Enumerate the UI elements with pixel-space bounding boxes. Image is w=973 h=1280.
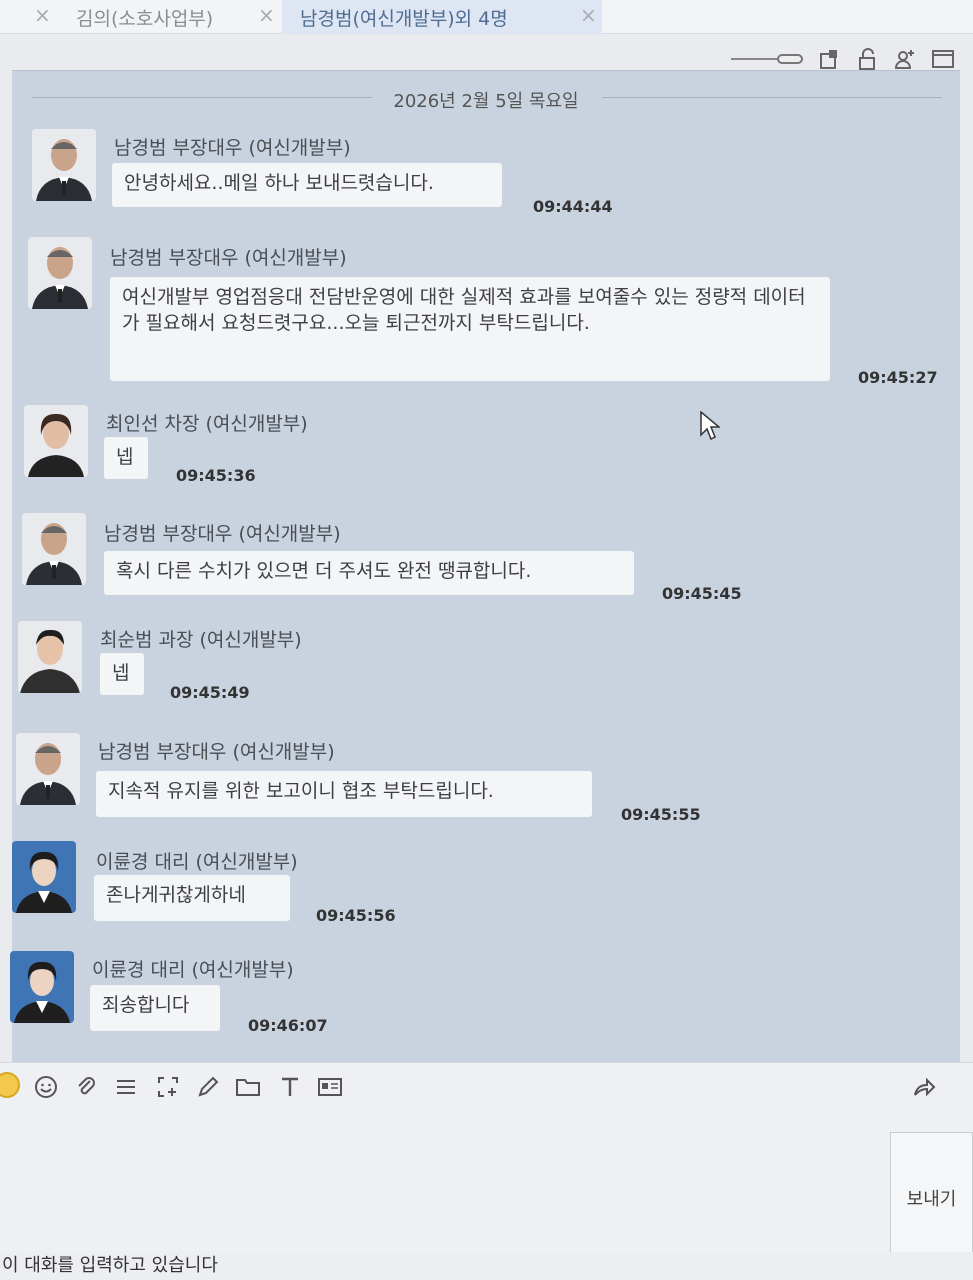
send-button[interactable]: 보내기 xyxy=(890,1132,973,1264)
avatar[interactable] xyxy=(16,733,80,805)
message-time: 09:45:27 xyxy=(858,368,938,387)
window-icon[interactable] xyxy=(931,47,955,71)
capture-icon[interactable] xyxy=(154,1073,182,1101)
mouse-cursor-icon xyxy=(700,411,720,441)
message-sender: 남경범 부장대우 (여신개발부) xyxy=(110,247,347,269)
message-bubble[interactable]: 혹시 다른 수치가 있으면 더 주셔도 완전 땡큐합니다. xyxy=(104,551,634,595)
message-sender: 남경범 부장대우 (여신개발부) xyxy=(114,137,351,159)
avatar[interactable] xyxy=(24,405,88,477)
avatar[interactable] xyxy=(28,237,92,309)
message-time: 09:44:44 xyxy=(533,197,613,216)
close-icon[interactable]: × xyxy=(258,3,275,27)
message-time: 09:45:49 xyxy=(170,683,250,702)
message-input[interactable] xyxy=(0,1114,973,1254)
avatar[interactable] xyxy=(32,129,96,201)
tab-label: 남경범(여신개발부)외 4명 xyxy=(300,8,508,30)
message-time: 09:45:56 xyxy=(316,906,396,925)
folder-icon[interactable] xyxy=(234,1073,262,1101)
tab-bar: × 김의(소호사업부) × 남경범(여신개발부)외 4명 × xyxy=(0,0,973,34)
tab-kim[interactable]: × 김의(소호사업부) × xyxy=(0,0,280,34)
pen-icon[interactable] xyxy=(194,1073,222,1101)
attach-icon[interactable] xyxy=(72,1073,100,1101)
message-bubble[interactable]: 안녕하세요..메일 하나 보내드렷습니다. xyxy=(112,163,502,207)
emoji-icon[interactable] xyxy=(0,1072,20,1098)
close-icon[interactable]: × xyxy=(580,3,597,27)
message-time: 09:46:07 xyxy=(248,1016,328,1035)
tab-group-chat[interactable]: 남경범(여신개발부)외 4명 × xyxy=(282,0,602,34)
avatar[interactable] xyxy=(18,621,82,693)
lock-icon[interactable] xyxy=(855,47,879,71)
message-time: 09:45:36 xyxy=(176,466,256,485)
phone-book-icon[interactable] xyxy=(817,47,841,71)
list-icon[interactable] xyxy=(112,1073,140,1101)
tab-label: 김의(소호사업부) xyxy=(76,8,214,30)
smiley-icon[interactable] xyxy=(32,1073,60,1101)
card-icon[interactable] xyxy=(316,1073,344,1101)
typing-status: 이 대화를 입력하고 있습니다 xyxy=(0,1252,973,1280)
chat-area[interactable]: 2026년 2월 5일 목요일 남경범 부장대우 (여신개발부) 안녕하세요..… xyxy=(10,70,960,1080)
avatar[interactable] xyxy=(12,841,76,913)
composer-toolbar xyxy=(0,1062,973,1114)
message-time: 09:45:55 xyxy=(621,805,701,824)
add-user-icon[interactable] xyxy=(893,47,917,71)
message-sender: 남경범 부장대우 (여신개발부) xyxy=(98,741,335,763)
message-bubble[interactable]: 여신개발부 영업점응대 전담반운영에 대한 실제적 효과를 보여줄수 있는 정량… xyxy=(110,277,830,381)
message-sender: 최순범 과장 (여신개발부) xyxy=(100,629,302,651)
message-bubble[interactable]: 존나게귀찮게하네 xyxy=(94,875,290,921)
message-sender: 이륜경 대리 (여신개발부) xyxy=(96,851,298,873)
text-icon[interactable] xyxy=(276,1073,304,1101)
date-separator: 2026년 2월 5일 목요일 xyxy=(393,91,579,112)
message-bubble[interactable]: 지속적 유지를 위한 보고이니 협조 부탁드립니다. xyxy=(96,771,592,817)
message-sender: 남경범 부장대우 (여신개발부) xyxy=(104,523,341,545)
message-bubble[interactable]: 넵 xyxy=(104,437,148,479)
message-sender: 이륜경 대리 (여신개발부) xyxy=(92,959,294,981)
avatar[interactable] xyxy=(22,513,86,585)
avatar[interactable] xyxy=(10,951,74,1023)
message-bubble[interactable]: 죄송합니다 xyxy=(90,985,220,1031)
close-icon[interactable]: × xyxy=(34,3,51,27)
message-bubble[interactable]: 넵 xyxy=(100,653,144,695)
message-sender: 최인선 차장 (여신개발부) xyxy=(106,413,308,435)
message-time: 09:45:45 xyxy=(662,584,742,603)
zoom-slider[interactable] xyxy=(731,54,803,64)
share-icon[interactable] xyxy=(910,1073,938,1101)
